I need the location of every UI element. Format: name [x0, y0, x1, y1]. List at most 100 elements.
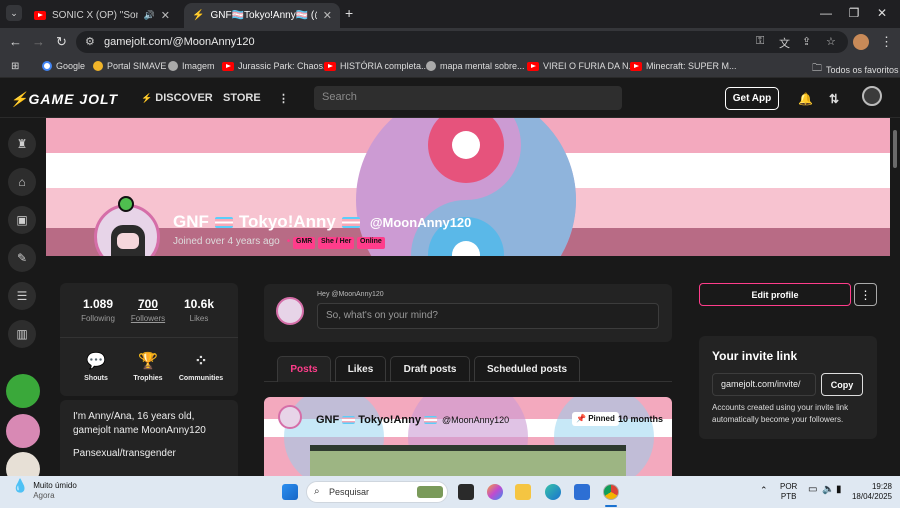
- followers-count: 700: [137, 297, 159, 311]
- post-time[interactable]: 10 months: [618, 414, 663, 424]
- search-icon: ⌕: [314, 486, 320, 497]
- key-icon[interactable]: ⚿: [756, 35, 764, 48]
- site-info-icon[interactable]: ⚙: [85, 35, 95, 48]
- close-tab-icon[interactable]: ✕: [323, 9, 332, 22]
- avatar-face: [117, 233, 139, 249]
- chat-icon[interactable]: ☰: [8, 282, 36, 310]
- copy-button[interactable]: Copy: [821, 373, 863, 396]
- globe-icon: [426, 61, 436, 71]
- post-author[interactable]: GNF Tokyo!Anny @MoonAnny120: [316, 414, 509, 426]
- clock[interactable]: 19:28 18/04/2025: [846, 482, 892, 502]
- bookmark-historia[interactable]: HISTÓRIA completa...: [324, 61, 429, 71]
- more-menu-icon[interactable]: ⋮: [278, 92, 289, 105]
- bell-icon[interactable]: 🔔: [798, 92, 813, 106]
- edge-icon[interactable]: [545, 484, 561, 500]
- reload-icon[interactable]: ↻: [56, 34, 67, 50]
- task-view-icon[interactable]: [458, 484, 474, 500]
- community-avatar-creeper[interactable]: [6, 374, 40, 408]
- scrollbar-thumb[interactable]: [893, 130, 897, 168]
- display-name-part-2: Tokyo!Anny: [238, 212, 336, 231]
- share-icon[interactable]: ⇪: [802, 35, 811, 48]
- tab-search-button[interactable]: ⌄: [6, 5, 22, 21]
- language-line-2: PTB: [780, 492, 797, 501]
- gamejolt-logo[interactable]: ⚡GAME JOLT: [10, 91, 118, 108]
- bolt-icon: ⚡: [141, 93, 153, 103]
- followers-stat[interactable]: 700 Followers: [120, 297, 176, 323]
- windows-start-icon[interactable]: [282, 484, 298, 500]
- close-tab-icon[interactable]: ✕: [161, 9, 170, 22]
- back-icon[interactable]: ←: [9, 34, 22, 49]
- tab-sonic[interactable]: SONIC X (OP) "Sonic Drive" 🔊 ✕: [26, 3, 178, 28]
- user-avatar[interactable]: [862, 86, 882, 106]
- translate-icon[interactable]: 文: [779, 35, 790, 51]
- network-icon[interactable]: ▭: [808, 484, 817, 495]
- minimize-icon[interactable]: —: [818, 6, 834, 20]
- scrollbar-track[interactable]: [890, 118, 900, 476]
- invite-link-field[interactable]: gamejolt.com/invite/: [712, 373, 816, 396]
- taskbar-search[interactable]: ⌕ Pesquisar: [306, 481, 448, 503]
- pinned-post[interactable]: GNF Tokyo!Anny @MoonAnny120 📌 Pinned 10 m…: [264, 397, 672, 476]
- speaker-icon: 🔊: [143, 10, 155, 20]
- activity-icon[interactable]: ⇅: [829, 92, 839, 106]
- tab-draft-posts[interactable]: Draft posts: [390, 356, 470, 382]
- copilot-icon[interactable]: [487, 484, 503, 500]
- community-avatar-pink[interactable]: [6, 414, 40, 448]
- bookmark-google[interactable]: Google: [42, 61, 85, 71]
- forward-icon[interactable]: →: [32, 34, 45, 49]
- tab-likes[interactable]: Likes: [335, 356, 386, 382]
- star-icon: [93, 61, 103, 71]
- more-options-button[interactable]: ⋮: [854, 283, 877, 306]
- tab-gamejolt[interactable]: ⚡ GNF🏳️‍⚧️Tokyo!Anny🏳️‍⚧️ (@Moon ✕: [184, 3, 340, 28]
- trophy-icon: 🏆: [138, 353, 158, 370]
- battery-icon[interactable]: ▮: [836, 484, 842, 495]
- shouts-button[interactable]: 💬 Shouts: [66, 351, 126, 382]
- profile-avatar[interactable]: [853, 34, 869, 50]
- apps-icon[interactable]: ⊞: [11, 61, 19, 72]
- bookmark-furia[interactable]: VIREI O FURIA DA N...: [527, 61, 636, 71]
- bookmark-label: mapa mental sobre...: [440, 61, 525, 71]
- post-author-avatar[interactable]: [278, 405, 302, 429]
- weather-widget[interactable]: 💧 Muito úmido Agora: [12, 479, 77, 501]
- youtube-icon: [324, 61, 336, 71]
- language-indicator[interactable]: POR PTB: [780, 482, 797, 502]
- url-input[interactable]: ⚙ gamejolt.com/@MoonAnny120 ⚿ 文 ⇪ ☆: [76, 31, 848, 53]
- youtube-icon: [222, 61, 234, 71]
- bookmark-label: Todos os favoritos: [826, 64, 899, 75]
- menu-icon[interactable]: ⋮: [880, 34, 893, 50]
- bookmark-mapa[interactable]: mapa mental sobre...: [426, 61, 525, 71]
- bookmark-jurassic[interactable]: Jurassic Park: Chaos...: [222, 61, 331, 71]
- composer-input[interactable]: So, what's on your mind?: [317, 303, 659, 329]
- following-label: Following: [81, 314, 115, 323]
- pencil-icon[interactable]: ✎: [8, 244, 36, 272]
- bookmark-simave[interactable]: Portal SIMAVE: [93, 61, 166, 71]
- likes-stat: 10.6k Likes: [171, 297, 227, 323]
- edit-profile-button[interactable]: Edit profile: [699, 283, 851, 306]
- restore-icon[interactable]: ❐: [846, 6, 862, 20]
- following-stat[interactable]: 1.089 Following: [70, 297, 126, 323]
- library-icon[interactable]: ▥: [8, 320, 36, 348]
- home-icon[interactable]: ♜: [8, 130, 36, 158]
- bookmark-star-icon[interactable]: ☆: [826, 35, 836, 48]
- communities-button[interactable]: ⁘ Communities: [171, 351, 231, 382]
- new-tab-button[interactable]: +: [345, 5, 353, 21]
- tray-overflow-icon[interactable]: ⌃: [760, 485, 768, 496]
- backpack-icon[interactable]: ▣: [8, 206, 36, 234]
- get-app-button[interactable]: Get App: [725, 87, 779, 110]
- trophies-button[interactable]: 🏆 Trophies: [118, 351, 178, 382]
- search-input[interactable]: Search: [314, 86, 622, 110]
- bookmark-all[interactable]: 🗀 Todos os favoritos: [812, 61, 899, 78]
- display-name-part-1: GNF: [173, 212, 209, 231]
- store-icon[interactable]: ⌂: [8, 168, 36, 196]
- bookmark-imagem[interactable]: Imagem: [168, 61, 215, 71]
- tab-posts[interactable]: Posts: [277, 356, 331, 382]
- bookmark-minecraft[interactable]: Minecraft: SUPER M...: [630, 61, 737, 71]
- discover-link[interactable]: ⚡ DISCOVER: [141, 92, 213, 104]
- close-window-icon[interactable]: ✕: [874, 6, 890, 20]
- store-app-icon[interactable]: [574, 484, 590, 500]
- chrome-icon[interactable]: [603, 484, 619, 500]
- store-link[interactable]: STORE: [223, 92, 261, 104]
- tab-scheduled-posts[interactable]: Scheduled posts: [474, 356, 580, 382]
- file-explorer-icon[interactable]: [515, 484, 531, 500]
- logo-text: GAME JOLT: [28, 91, 119, 107]
- volume-icon[interactable]: 🔈: [822, 484, 834, 495]
